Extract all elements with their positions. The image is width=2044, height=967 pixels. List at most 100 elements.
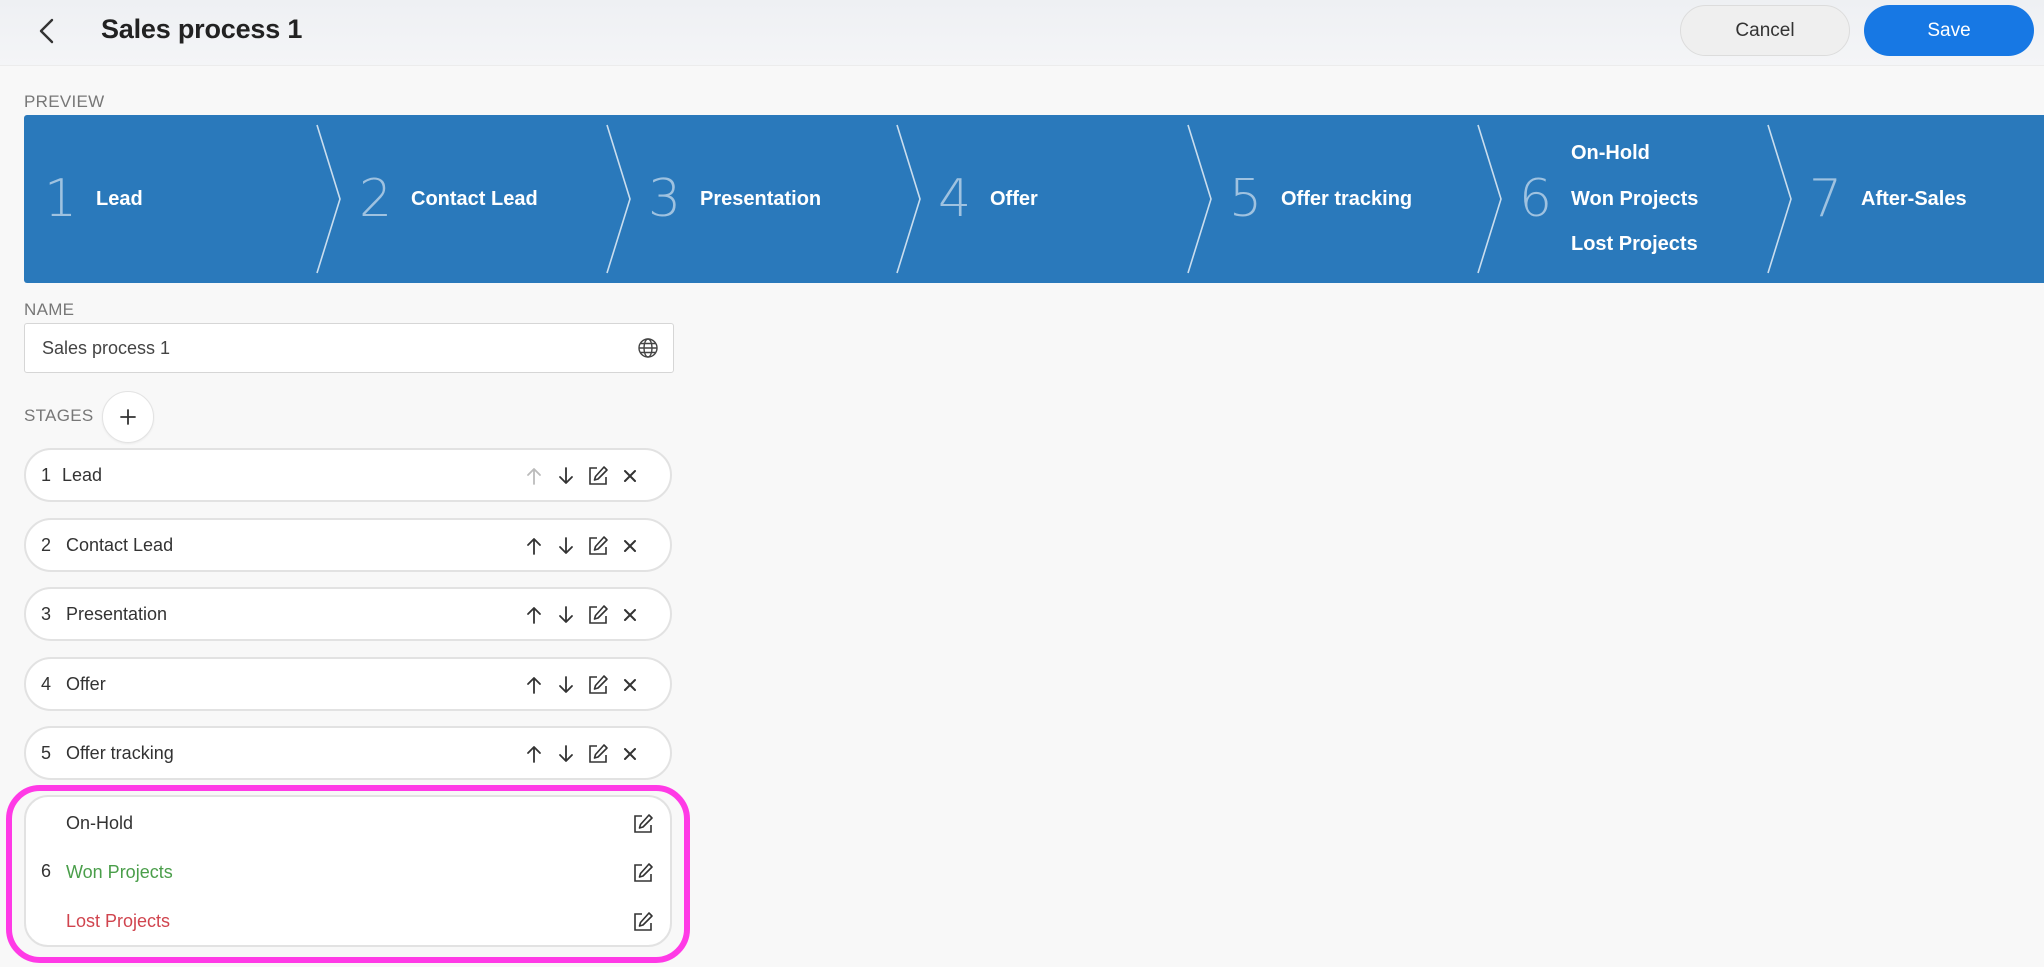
move-down-button[interactable] bbox=[554, 673, 578, 697]
move-up-button[interactable] bbox=[522, 742, 546, 766]
name-input[interactable] bbox=[42, 324, 622, 372]
edit-icon bbox=[589, 744, 608, 763]
edit-icon bbox=[589, 675, 608, 694]
name-label: NAME bbox=[24, 300, 75, 319]
delete-stage-button[interactable] bbox=[618, 603, 642, 627]
stage-number: 6 bbox=[41, 861, 52, 881]
preview-stage-5: 5 Offer tracking bbox=[1229, 115, 1412, 283]
preview-stage-label: Presentation bbox=[700, 187, 822, 210]
move-down-button[interactable] bbox=[554, 534, 578, 558]
stage-row-3: 3 Presentation bbox=[24, 587, 672, 641]
close-icon bbox=[624, 679, 636, 691]
plus-icon bbox=[120, 409, 136, 425]
stage-name-won: Won Projects bbox=[66, 862, 173, 882]
preview-stage-label: After-Sales bbox=[1861, 187, 1967, 210]
stage-number: 2 bbox=[41, 535, 52, 555]
stage-number: 5 bbox=[41, 743, 52, 763]
edit-icon bbox=[589, 605, 608, 624]
name-field bbox=[24, 323, 674, 373]
edit-icon bbox=[589, 536, 608, 555]
arrow-down-icon bbox=[559, 537, 573, 554]
preview-label: PREVIEW bbox=[24, 92, 105, 111]
preview-stage-label: Offer bbox=[990, 187, 1038, 210]
preview-stage-number: 3 bbox=[648, 169, 682, 229]
preview-stage-number: 2 bbox=[359, 169, 393, 229]
stage-name: Lead bbox=[62, 465, 103, 485]
arrow-up-icon bbox=[527, 607, 541, 624]
move-up-button[interactable] bbox=[522, 603, 546, 627]
arrow-down-icon bbox=[559, 606, 573, 623]
preview-stage-number: 5 bbox=[1229, 169, 1263, 229]
stage-name: Contact Lead bbox=[66, 535, 174, 555]
stage-name-on-hold: On-Hold bbox=[66, 813, 134, 833]
preview-stage-number: 7 bbox=[1809, 169, 1843, 229]
move-down-button[interactable] bbox=[554, 464, 578, 488]
stage-row-2: 2 Contact Lead bbox=[24, 518, 672, 572]
stage-number: 3 bbox=[41, 604, 52, 624]
arrow-up-icon bbox=[527, 677, 541, 694]
edit-stage-button[interactable] bbox=[586, 534, 610, 558]
edit-icon[interactable] bbox=[632, 813, 654, 835]
arrow-down-icon bbox=[559, 745, 573, 762]
preview-stage-4: 4 Offer bbox=[938, 115, 1038, 283]
preview-stage-3: 3 Presentation bbox=[648, 115, 821, 283]
move-down-button[interactable] bbox=[554, 603, 578, 627]
stage-row-1: 1 Lead bbox=[24, 448, 672, 502]
preview-stage-2: 2 Contact Lead bbox=[359, 115, 538, 283]
move-down-button[interactable] bbox=[554, 742, 578, 766]
arrow-up-icon bbox=[527, 468, 541, 485]
preview-stage-label: On-Hold bbox=[1571, 142, 1650, 164]
stage-name-lost: Lost Projects bbox=[66, 911, 171, 931]
stage-row-5: 5 Offer tracking bbox=[24, 726, 672, 780]
edit-stage-button[interactable] bbox=[586, 673, 610, 697]
page-title: Sales process 1 bbox=[101, 14, 303, 44]
edit-icon bbox=[589, 466, 608, 485]
save-button[interactable]: Save bbox=[1864, 5, 2034, 56]
preview-stage-label: Lead bbox=[96, 187, 143, 210]
preview-stage-1: 1 Lead bbox=[44, 115, 143, 283]
delete-stage-button[interactable] bbox=[618, 673, 642, 697]
close-icon bbox=[624, 540, 636, 552]
stage-number: 4 bbox=[41, 674, 52, 694]
preview-stage-7: 7 After-Sales bbox=[1809, 115, 1967, 283]
stage-row-6-group: 6 On-Hold Won Projects Lost Projects bbox=[24, 795, 672, 947]
edit-icon[interactable] bbox=[632, 862, 654, 884]
preview-stage-number: 4 bbox=[938, 169, 972, 229]
stages-label: STAGES bbox=[24, 406, 94, 425]
stage-number: 1 bbox=[41, 465, 52, 485]
top-bar: Sales process 1 Cancel Save bbox=[0, 0, 2044, 66]
preview-band: 1 Lead 2 Contact Lead 3 Presentation 4 O… bbox=[24, 115, 2044, 283]
close-icon bbox=[624, 609, 636, 621]
arrow-down-icon bbox=[559, 676, 573, 693]
preview-stage-label: Offer tracking bbox=[1281, 187, 1413, 210]
move-up-button[interactable] bbox=[522, 673, 546, 697]
globe-icon[interactable] bbox=[637, 337, 659, 359]
move-up-button[interactable] bbox=[522, 534, 546, 558]
cancel-button[interactable]: Cancel bbox=[1680, 5, 1850, 56]
stage-row-4: 4 Offer bbox=[24, 657, 672, 711]
chevron-left-icon bbox=[39, 18, 54, 44]
preview-stage-label: Lost Projects bbox=[1571, 233, 1698, 255]
edit-stage-button[interactable] bbox=[586, 603, 610, 627]
move-up-button[interactable] bbox=[522, 464, 546, 488]
arrow-up-icon bbox=[527, 746, 541, 763]
stage-name: Offer tracking bbox=[66, 743, 174, 763]
edit-stage-button[interactable] bbox=[586, 464, 610, 488]
preview-stage-6: 6 On-Hold Won Projects Lost Projects bbox=[1519, 115, 1698, 283]
preview-stage-group: On-Hold Won Projects Lost Projects bbox=[1571, 142, 1698, 256]
delete-stage-button[interactable] bbox=[618, 742, 642, 766]
close-icon bbox=[624, 470, 636, 482]
arrow-down-icon bbox=[559, 467, 573, 484]
preview-stage-label: Won Projects bbox=[1571, 187, 1699, 210]
add-stage-button[interactable] bbox=[102, 391, 154, 443]
delete-stage-button[interactable] bbox=[618, 534, 642, 558]
back-button[interactable] bbox=[28, 12, 64, 50]
edit-icon[interactable] bbox=[632, 911, 654, 933]
edit-stage-button[interactable] bbox=[586, 742, 610, 766]
stage-name: Offer bbox=[66, 674, 106, 694]
close-icon bbox=[624, 748, 636, 760]
preview-stage-number: 1 bbox=[44, 169, 78, 229]
preview-stage-label: Contact Lead bbox=[411, 187, 538, 210]
stage-name: Presentation bbox=[66, 604, 168, 624]
delete-stage-button[interactable] bbox=[618, 464, 642, 488]
